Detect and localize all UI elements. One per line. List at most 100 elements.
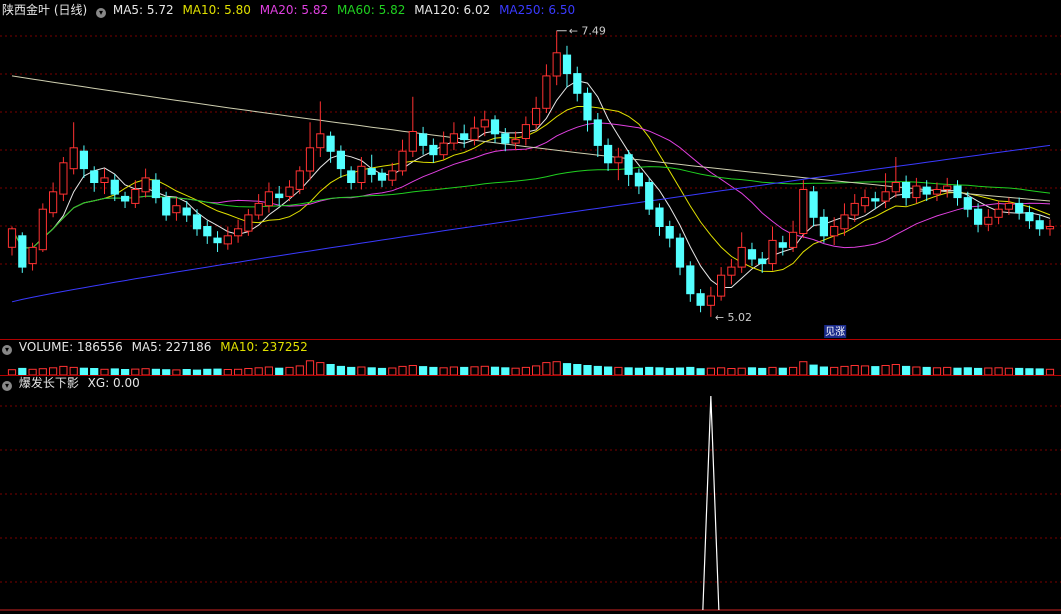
candle-body bbox=[429, 144, 438, 156]
candle-body bbox=[213, 237, 222, 244]
price-chart[interactable]: ← 7.49 ← 5.02 见涨 bbox=[0, 0, 1061, 340]
candle-body bbox=[90, 170, 99, 183]
candle-body bbox=[532, 107, 541, 126]
candle-body bbox=[614, 156, 623, 164]
candle-body bbox=[552, 52, 561, 77]
volume-bar bbox=[552, 361, 561, 376]
candle-body bbox=[624, 154, 633, 175]
volume-bar bbox=[696, 368, 705, 376]
candle-body bbox=[162, 197, 171, 216]
candle-body bbox=[573, 73, 582, 94]
volume-bar bbox=[1025, 368, 1034, 376]
low-price-label: ← 5.02 bbox=[715, 311, 752, 324]
volume-bar bbox=[932, 367, 942, 376]
volume-ma10-label: MA10: 237252 bbox=[220, 340, 308, 354]
candle-body bbox=[419, 133, 428, 146]
stock-title: 陕西金叶 (日线) bbox=[2, 3, 88, 17]
candle-body bbox=[264, 191, 273, 207]
volume-bar bbox=[336, 365, 345, 376]
candle-body bbox=[223, 235, 232, 245]
candle-body bbox=[69, 147, 78, 170]
candle-body bbox=[871, 198, 880, 202]
price-chart-pane[interactable]: ← 7.49 ← 5.02 见涨 bbox=[0, 0, 1061, 340]
volume-bar bbox=[717, 367, 726, 376]
candle-body bbox=[717, 274, 726, 297]
volume-bar bbox=[850, 365, 859, 376]
volume-bar bbox=[470, 366, 479, 376]
volume-bar bbox=[706, 367, 715, 376]
indicator-chart[interactable] bbox=[0, 376, 1061, 614]
candle-body bbox=[388, 170, 397, 181]
volume-bar bbox=[408, 365, 417, 376]
volume-bar bbox=[912, 366, 921, 376]
volume-bar bbox=[922, 366, 931, 376]
candle-body bbox=[408, 131, 417, 152]
candle-body bbox=[398, 150, 407, 172]
candle-body bbox=[79, 150, 89, 170]
volume-bar bbox=[604, 366, 613, 376]
candle-body bbox=[747, 249, 757, 260]
candle-body bbox=[367, 168, 376, 175]
candle-body bbox=[922, 186, 931, 195]
volume-bar bbox=[953, 367, 962, 376]
candle-body bbox=[254, 202, 263, 216]
candle-body bbox=[7, 228, 17, 248]
candle-body bbox=[860, 197, 870, 207]
indicator-value: XG: 0.00 bbox=[87, 376, 140, 390]
volume-bar bbox=[419, 366, 428, 376]
candle-body bbox=[562, 54, 572, 75]
volume-bar bbox=[994, 367, 1003, 376]
candle-body bbox=[295, 170, 304, 190]
indicator-title: 爆发长下影 bbox=[18, 376, 79, 390]
indicator-pane[interactable] bbox=[0, 376, 1061, 614]
volume-bar bbox=[891, 364, 900, 376]
volume-bar bbox=[840, 365, 849, 376]
volume-bar bbox=[69, 366, 78, 376]
volume-bar bbox=[624, 367, 633, 376]
volume-bar bbox=[809, 364, 818, 376]
collapse-icon[interactable]: ▾ bbox=[96, 8, 107, 18]
volume-bar bbox=[203, 368, 212, 376]
candle-body bbox=[789, 231, 798, 248]
volume-bar bbox=[234, 368, 243, 376]
volume-bar bbox=[881, 365, 890, 376]
candle-body bbox=[1015, 202, 1024, 214]
volume-bar bbox=[429, 366, 438, 376]
volume-bar bbox=[593, 365, 602, 376]
volume-bar bbox=[213, 368, 222, 376]
candle-body bbox=[675, 237, 685, 268]
candle-body bbox=[501, 133, 510, 144]
volume-bar bbox=[974, 367, 983, 376]
candle-body bbox=[511, 139, 520, 144]
collapse-icon[interactable]: ▾ bbox=[2, 345, 12, 355]
candle-body bbox=[1035, 220, 1044, 230]
candle-body bbox=[521, 124, 530, 139]
volume-bar bbox=[192, 369, 202, 376]
candle-body bbox=[357, 165, 366, 184]
volume-bar bbox=[49, 367, 58, 376]
collapse-icon[interactable]: ▾ bbox=[2, 381, 12, 391]
volume-bar bbox=[532, 365, 541, 376]
volume-bar bbox=[562, 363, 572, 376]
volume-bar bbox=[388, 367, 397, 376]
candle-body bbox=[131, 189, 140, 204]
candle-body bbox=[470, 127, 479, 141]
candle-body bbox=[347, 170, 356, 183]
candle-body bbox=[234, 228, 243, 237]
volume-bar bbox=[727, 368, 736, 376]
candle-body bbox=[665, 226, 674, 239]
volume-bar bbox=[347, 366, 356, 376]
signal-badge-label: 见涨 bbox=[825, 326, 845, 338]
candle-body bbox=[38, 208, 47, 251]
xg-signal-spike bbox=[702, 395, 720, 611]
candle-body bbox=[583, 92, 592, 121]
candle-body bbox=[490, 119, 500, 135]
candle-body bbox=[840, 214, 849, 230]
candle-body bbox=[275, 193, 284, 199]
candle-body bbox=[110, 179, 119, 195]
volume-bar bbox=[172, 369, 181, 376]
volume-label: VOLUME: 186556 bbox=[18, 340, 123, 354]
volume-bar bbox=[747, 367, 757, 376]
candle-body bbox=[1004, 202, 1013, 210]
candle-body bbox=[1045, 226, 1055, 230]
